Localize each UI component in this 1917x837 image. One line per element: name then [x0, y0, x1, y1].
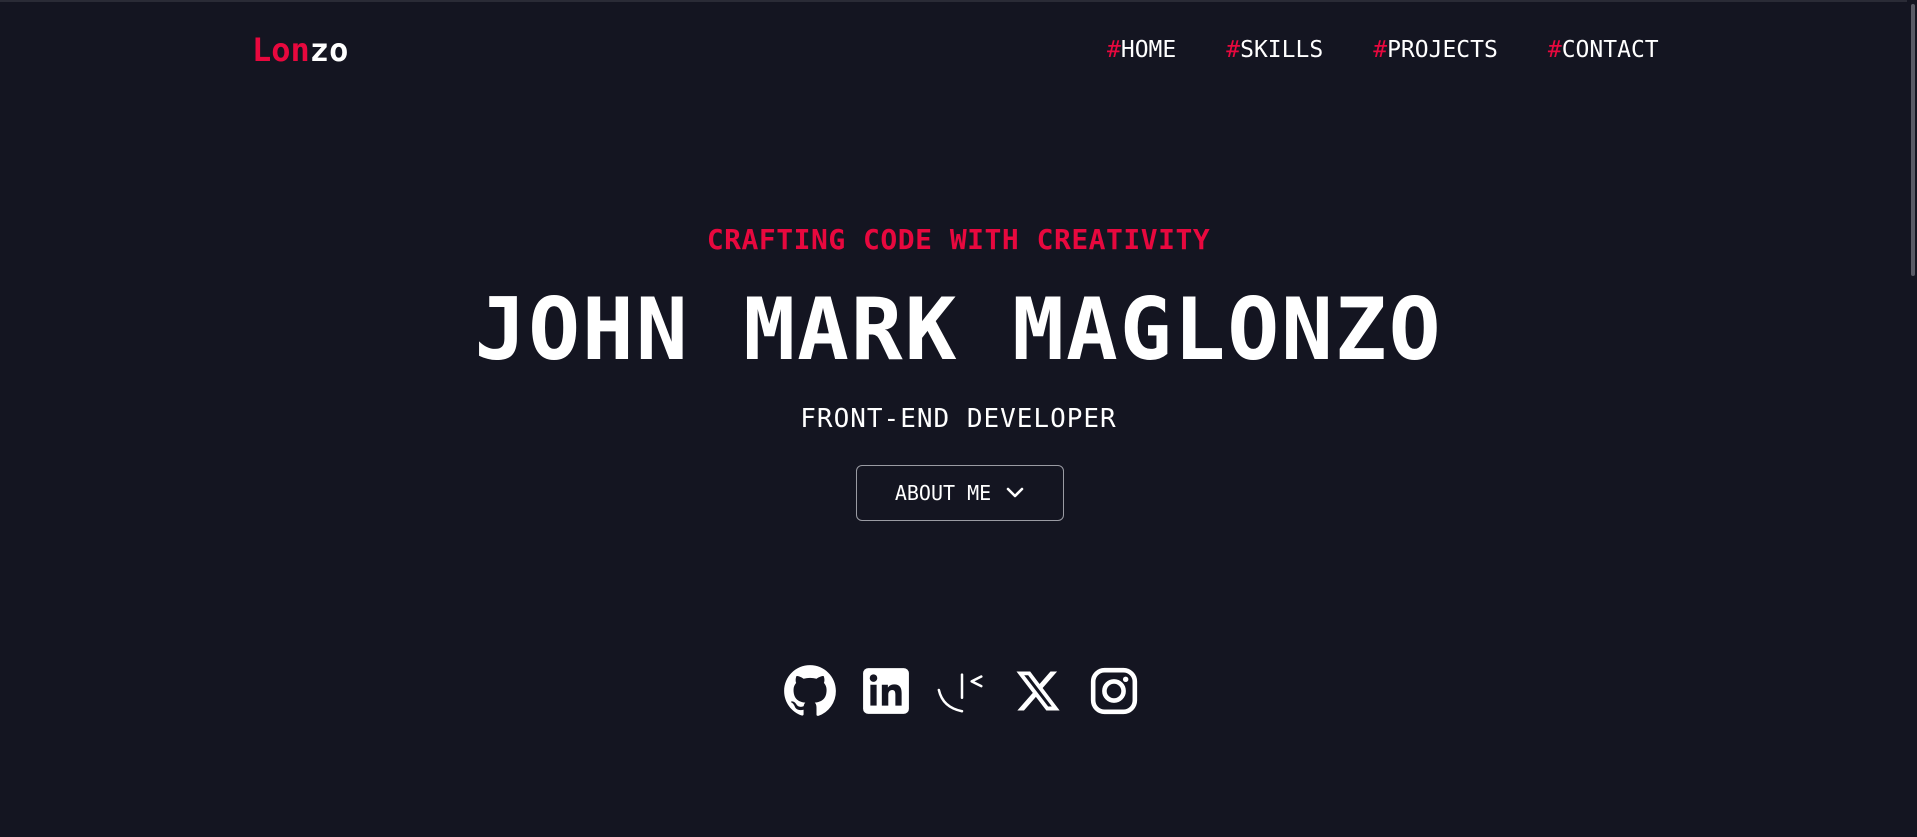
chevron-down-icon [1005, 486, 1025, 500]
nav-item-home[interactable]: #HOME [1107, 34, 1176, 66]
main-nav: #HOME #SKILLS #PROJECTS #CONTACT [1107, 34, 1659, 66]
top-border [0, 0, 1917, 2]
nav-hash: # [1226, 37, 1241, 63]
nav-item-projects[interactable]: #PROJECTS [1373, 34, 1498, 66]
nav-label: PROJECTS [1387, 37, 1498, 63]
portfolio-page: Lonzo #HOME #SKILLS #PROJECTS #CONTACT C… [0, 0, 1917, 837]
about-me-button[interactable]: ABOUT ME [856, 465, 1064, 521]
about-me-label: ABOUT ME [894, 481, 992, 505]
nav-item-skills[interactable]: #SKILLS [1226, 34, 1323, 66]
hero-role: FRONT-END DEVELOPER [800, 404, 1117, 434]
nav-label: CONTACT [1561, 37, 1659, 63]
instagram-icon[interactable] [1087, 664, 1141, 718]
nav-item-contact[interactable]: #CONTACT [1548, 34, 1659, 66]
github-icon[interactable] [783, 664, 837, 718]
social-links [783, 664, 1141, 718]
nav-hash: # [1107, 37, 1121, 63]
nav-label: HOME [1120, 37, 1177, 63]
site-logo[interactable]: Lonzo [252, 30, 348, 70]
nav-hash: # [1547, 37, 1562, 63]
linkedin-icon[interactable] [859, 664, 913, 718]
x-twitter-icon[interactable] [1011, 664, 1065, 718]
logo-part-accent: Lon [252, 31, 310, 69]
nav-label: SKILLS [1240, 37, 1324, 63]
kaggle-like-icon[interactable] [935, 664, 989, 718]
nav-hash: # [1373, 37, 1388, 63]
scrollbar[interactable] [1907, 0, 1917, 837]
hero-name: JOHN MARK MAGLONZO [474, 280, 1443, 380]
hero-tagline: CRAFTING CODE WITH CREATIVITY [706, 223, 1211, 256]
logo-part-white: zo [309, 31, 349, 69]
scrollbar-thumb[interactable] [1911, 4, 1915, 276]
